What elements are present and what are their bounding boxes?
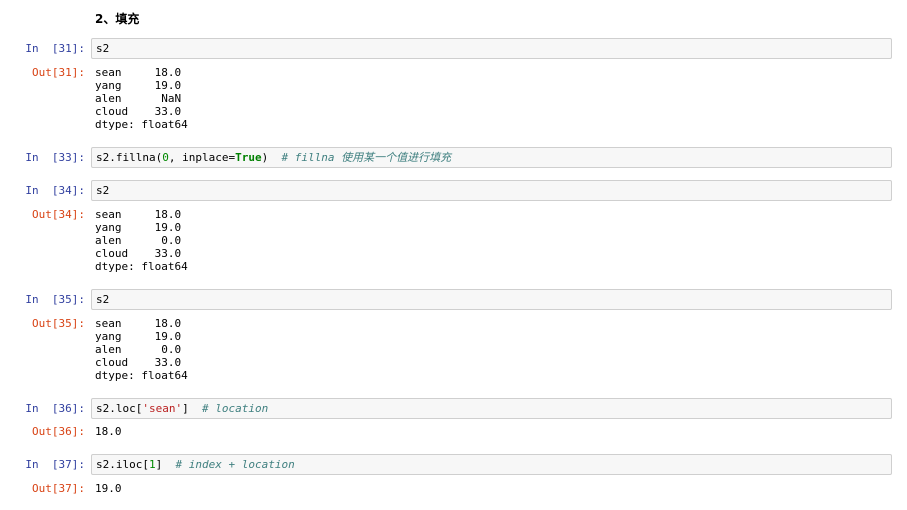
code-text: , inplace=	[168, 151, 236, 164]
code-keyword: True	[235, 151, 262, 164]
out-prompt-36: Out[36]:	[32, 425, 85, 438]
code-input-36[interactable]: s2.loc['sean'] # location	[91, 398, 892, 419]
code-number: 0	[162, 151, 169, 164]
code-comment: # index + location	[175, 458, 295, 471]
output-31: sean 18.0 yang 19.0 alen NaN cloud 33.0 …	[95, 66, 188, 132]
code-text: )	[261, 151, 282, 164]
code-input-33[interactable]: s2.fillna(0, inplace=True) # fillna 使用某一…	[91, 147, 892, 168]
output-35: sean 18.0 yang 19.0 alen 0.0 cloud 33.0 …	[95, 317, 188, 383]
output-34: sean 18.0 yang 19.0 alen 0.0 cloud 33.0 …	[95, 208, 188, 274]
in-prompt-36: In [36]:	[25, 402, 85, 415]
code-text: ]	[182, 402, 202, 415]
in-prompt-34: In [34]:	[25, 184, 85, 197]
out-prompt-37: Out[37]:	[32, 482, 85, 495]
out-prompt-35: Out[35]:	[32, 317, 85, 330]
section-heading: 2、填充	[95, 12, 140, 26]
in-prompt-37: In [37]:	[25, 458, 85, 471]
in-prompt-35: In [35]:	[25, 293, 85, 306]
out-prompt-34: Out[34]:	[32, 208, 85, 221]
code-input-31[interactable]: s2	[91, 38, 892, 59]
code-text: s2.fillna(	[96, 151, 163, 164]
output-37: 19.0	[95, 482, 122, 495]
code-number: 1	[148, 458, 156, 471]
in-prompt-33: In [33]:	[25, 151, 85, 164]
code-input-34[interactable]: s2	[91, 180, 892, 201]
code-string: 'sean'	[142, 402, 183, 415]
out-prompt-31: Out[31]:	[32, 66, 85, 79]
code-comment: # location	[201, 402, 269, 415]
code-text: s2.loc[	[96, 402, 143, 415]
code-input-37[interactable]: s2.iloc[1] # index + location	[91, 454, 892, 475]
code-text: s2.iloc[	[96, 458, 149, 471]
code-comment: # fillna 使用某一个值进行填充	[281, 151, 452, 164]
code-text: ]	[155, 458, 176, 471]
output-36: 18.0	[95, 425, 122, 438]
in-prompt-31: In [31]:	[25, 42, 85, 55]
code-input-35[interactable]: s2	[91, 289, 892, 310]
